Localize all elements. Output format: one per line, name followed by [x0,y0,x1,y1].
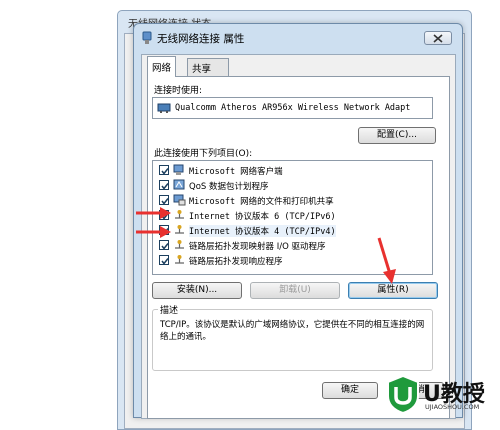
protocol-icon [175,210,184,219]
checkbox[interactable] [159,180,169,190]
checkbox[interactable] [159,165,169,175]
connect-using-label: 连接时使用: [154,86,203,96]
protocol-icon [175,225,184,234]
checkbox[interactable] [159,240,169,250]
item-label: QoS 数据包计划程序 [189,182,269,192]
watermark-logo: U教授 UJIAOSHOU.COM [385,374,500,414]
item-label: 链路层拓扑发现响应程序 [189,257,283,267]
protocol-icon [175,240,184,249]
adapter-name: Qualcomm Atheros AR956x Wireless Network… [175,103,411,113]
checkmark-icon [161,168,169,175]
list-item[interactable]: Microsoft 网络的文件和打印机共享 [159,194,429,208]
checkmark-icon [161,243,169,250]
dialog-title: 无线网络连接 属性 [157,33,245,45]
uninstall-button[interactable]: 卸载(U) [250,282,340,299]
ok-button[interactable]: 确定 [322,382,378,399]
list-item[interactable]: Microsoft 网络客户端 [159,164,429,178]
list-item[interactable]: Internet 协议版本 6 (TCP/IPv6) [159,209,429,223]
network-client-icon [173,164,184,175]
adapter-field: Qualcomm Atheros AR956x Wireless Network… [152,97,433,119]
tab-page-content: 连接时使用: Qualcomm Atheros AR956x Wireless … [140,53,455,413]
item-label: Internet 协议版本 4 (TCP/IPv4) [189,225,336,237]
checkmark-icon [161,258,169,265]
close-icon [433,34,443,43]
qos-icon [173,179,185,190]
items-label: 此连接使用下列项目(O): [154,149,253,159]
configure-button[interactable]: 配置(C)... [358,127,436,144]
list-item[interactable]: QoS 数据包计划程序 [159,179,429,193]
item-label: Microsoft 网络的文件和打印机共享 [189,197,334,207]
checkbox[interactable] [159,195,169,205]
tab-network[interactable]: 网络 [147,56,177,77]
network-card-icon [157,103,171,113]
checkmark-icon [161,183,169,190]
annotation-arrow-ipv4 [136,226,171,238]
checkbox[interactable] [159,255,169,265]
protocol-icon [175,255,184,264]
annotation-arrow-properties [377,237,396,284]
description-text: TCP/IP。该协议是默认的广域网络协议，它提供在不同的相互连接的网络上的通讯。 [160,320,425,342]
shield-logo-icon [387,374,419,414]
item-label: 链路层拓扑发现映射器 I/O 驱动程序 [189,242,326,252]
description-title: 描述 [158,303,181,316]
network-adapter-icon [142,31,152,44]
install-button[interactable]: 安装(N)... [152,282,242,299]
item-label: Microsoft 网络客户端 [189,167,283,177]
annotation-arrow-ipv6 [136,207,171,219]
file-printer-sharing-icon [173,194,186,206]
watermark-site: UJIAOSHOU.COM [425,403,480,411]
close-button[interactable] [424,31,452,45]
item-label: Internet 协议版本 6 (TCP/IPv6) [189,212,336,222]
